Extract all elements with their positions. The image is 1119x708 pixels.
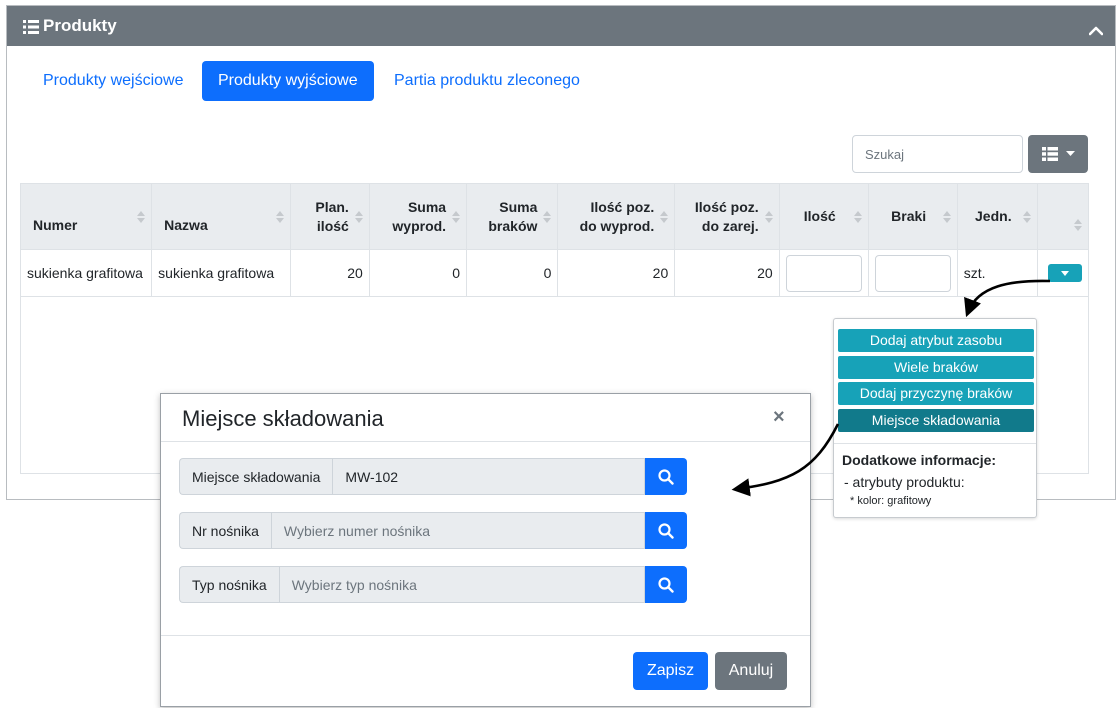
sort-icon — [137, 210, 146, 223]
nr-nosnika-field[interactable]: Wybierz numer nośnika — [270, 512, 645, 549]
cell-numer: sukienka grafitowa — [19, 249, 153, 297]
search-icon — [658, 468, 674, 485]
sort-icon — [853, 210, 862, 223]
products-table: Numer Nazwa Plan. ilość Suma wyprod. Suma b… — [19, 183, 1090, 297]
search-icon — [658, 576, 674, 593]
cell-actions — [1036, 249, 1090, 297]
info-sub: * kolor: grafitowy — [850, 495, 932, 507]
field-label: Typ nośnika — [179, 566, 279, 603]
column-header-braki[interactable]: Braki — [867, 183, 958, 250]
column-header-nazwa[interactable]: Nazwa — [151, 183, 291, 250]
tab-produkty-wyjsciowe[interactable]: Produkty wyjściowe — [202, 61, 374, 101]
menu-item-miejsce-skladowania[interactable]: Miejsce składowania — [838, 409, 1034, 432]
column-header-actions — [1036, 183, 1090, 250]
field-label: Miejsce składowania — [179, 458, 333, 495]
cell-ilosc-poz-wyprod: 20 — [557, 249, 676, 297]
cell-plan-ilosc: 20 — [289, 249, 370, 297]
sort-icon — [942, 210, 951, 223]
cell-jedn: szt. — [956, 249, 1038, 297]
cell-ilosc — [778, 249, 869, 297]
modal-divider — [161, 635, 810, 636]
cancel-button[interactable]: Anuluj — [715, 652, 787, 690]
column-header-ilosc-poz-zarej[interactable]: Ilość poz. do zarej. — [674, 183, 780, 250]
tab-partia-produktu[interactable]: Partia produktu zleconego — [378, 61, 596, 101]
row-actions-dropdown-button[interactable] — [1047, 264, 1082, 282]
storage-location-modal: Miejsce składowania × Miejsce składowani… — [160, 393, 811, 707]
search-button[interactable] — [645, 512, 687, 549]
sort-icon — [660, 210, 669, 223]
chevron-up-icon[interactable] — [1088, 21, 1104, 36]
cell-suma-wyprod: 0 — [368, 249, 468, 297]
caret-down-icon — [1065, 151, 1075, 156]
info-title: Dodatkowe informacje: — [842, 452, 997, 468]
sort-icon — [1074, 218, 1082, 231]
search-input[interactable] — [852, 135, 1023, 173]
search-icon — [658, 522, 674, 539]
menu-item-dodaj-przyczyne-brakow[interactable]: Dodaj przyczynę braków — [838, 382, 1034, 405]
column-header-numer[interactable]: Numer — [19, 183, 153, 250]
braki-input[interactable] — [874, 254, 951, 292]
field-typ-nosnika: Typ nośnika Wybierz typ nośnika — [179, 566, 687, 603]
table-row: sukienka grafitowa sukienka grafitowa 20… — [19, 249, 1090, 297]
ilosc-input[interactable] — [785, 254, 862, 292]
search-button[interactable] — [645, 566, 687, 603]
cell-braki — [867, 249, 958, 297]
modal-title: Miejsce składowania — [182, 406, 384, 431]
column-header-suma-brakow[interactable]: Suma braków — [466, 183, 559, 250]
cell-suma-brakow: 0 — [466, 249, 559, 297]
menu-item-wiele-brakow[interactable]: Wiele braków — [838, 356, 1034, 379]
panel-header[interactable]: Produkty — [7, 6, 1115, 46]
sort-icon — [452, 210, 461, 223]
miejsce-skladowania-field[interactable]: MW-102 — [332, 458, 645, 495]
list-icon — [23, 19, 39, 34]
tab-produkty-wejsciowe[interactable]: Produkty wejściowe — [27, 61, 200, 101]
menu-item-dodaj-atrybut-zasobu[interactable]: Dodaj atrybut zasobu — [838, 329, 1034, 352]
table-icon — [1041, 147, 1058, 161]
info-line: - atrybuty produktu: — [844, 474, 965, 490]
sort-icon — [1022, 210, 1031, 223]
field-label: Nr nośnika — [179, 512, 271, 549]
cell-nazwa: sukienka grafitowa — [151, 249, 291, 297]
sort-icon — [543, 210, 552, 223]
column-header-ilosc[interactable]: Ilość — [778, 183, 869, 250]
modal-divider — [161, 441, 810, 442]
column-header-plan-ilosc[interactable]: Plan. ilość — [289, 183, 370, 250]
columns-toggle-button[interactable] — [1028, 135, 1088, 173]
field-miejsce-skladowania: Miejsce składowania MW-102 — [179, 458, 687, 495]
search-button[interactable] — [645, 458, 687, 495]
column-header-ilosc-poz-wyprod[interactable]: Ilość poz. do wyprod. — [557, 183, 676, 250]
cell-ilosc-poz-zarej: 20 — [674, 249, 780, 297]
sort-icon — [275, 210, 284, 223]
panel-title: Produkty — [43, 16, 117, 35]
field-nr-nosnika: Nr nośnika Wybierz numer nośnika — [179, 512, 687, 549]
sort-icon — [354, 210, 363, 223]
menu-divider — [834, 443, 1036, 444]
caret-down-icon — [1060, 270, 1069, 276]
close-icon[interactable]: × — [773, 406, 785, 429]
save-button[interactable]: Zapisz — [633, 652, 708, 690]
sort-icon — [764, 210, 773, 223]
column-header-jedn[interactable]: Jedn. — [956, 183, 1038, 250]
row-actions-menu: Dodaj atrybut zasobu Wiele braków Dodaj … — [833, 318, 1037, 518]
typ-nosnika-field[interactable]: Wybierz typ nośnika — [278, 566, 645, 603]
column-header-suma-wyprod[interactable]: Suma wyprod. — [368, 183, 468, 250]
